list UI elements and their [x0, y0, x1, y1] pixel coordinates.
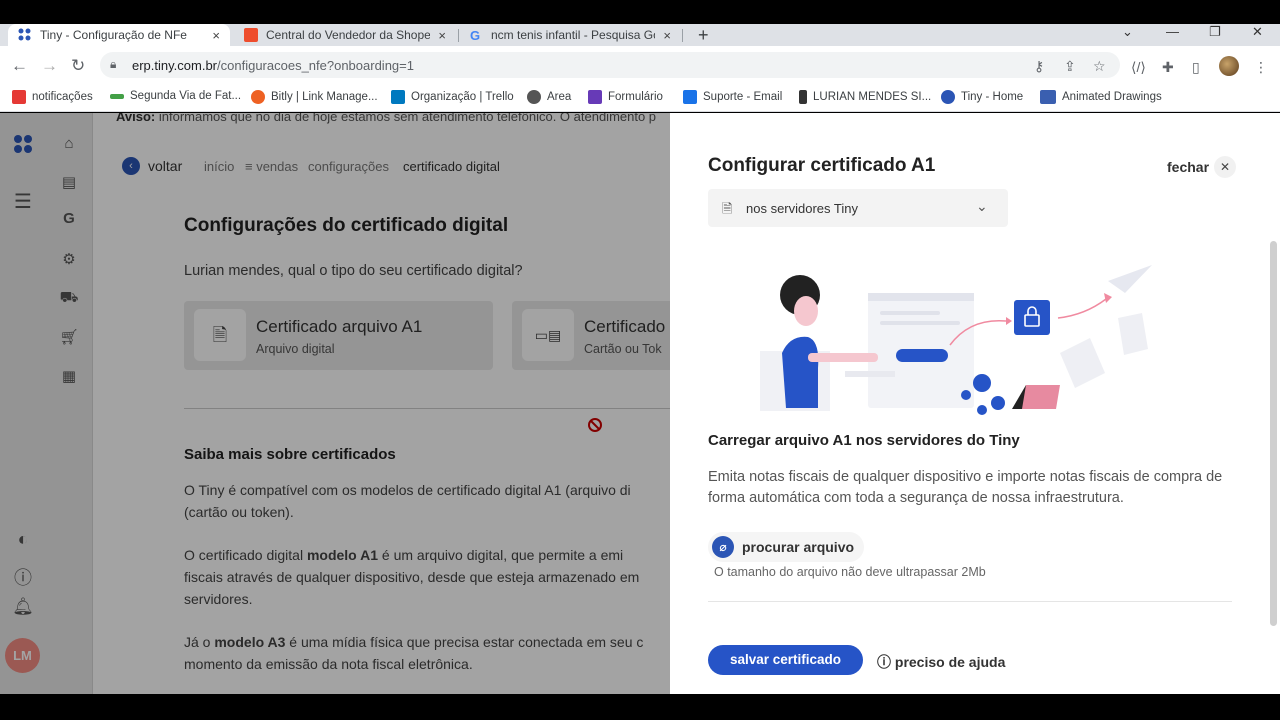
- url-field[interactable]: 🔒︎ erp.tiny.com.br/configuracoes_nfe?onb…: [100, 52, 1120, 78]
- tab-title: Tiny - Configuração de NFe: [40, 28, 187, 42]
- close-tab-icon[interactable]: ×: [663, 28, 671, 43]
- chevron-down-icon: ⌄: [976, 198, 988, 214]
- forward-arrow-icon[interactable]: →: [41, 56, 58, 76]
- browse-file-label: procurar arquivo: [742, 539, 855, 555]
- bookmark-item[interactable]: Bitly | Link Manage...: [251, 90, 378, 104]
- tiny-icon: [18, 28, 32, 42]
- help-link[interactable]: ⓘ preciso de ajuda: [877, 652, 1005, 672]
- panel-subtitle: Carregar arquivo A1 nos servidores do Ti…: [708, 432, 1020, 449]
- config-panel: Configurar certificado A1 fechar ✕ 🗎︎ no…: [670, 113, 1280, 694]
- back-arrow-icon[interactable]: ←: [11, 56, 28, 76]
- tab-google[interactable]: G ncm tenis infantil - Pesquisa Goo ×: [459, 24, 681, 46]
- menu-dots-icon[interactable]: ⋮: [1254, 59, 1268, 76]
- shopee-icon: [244, 28, 258, 42]
- file-icon: 🗎︎: [722, 201, 733, 216]
- bell-icon: [12, 90, 26, 104]
- close-button[interactable]: fechar: [1167, 159, 1209, 175]
- svg-text:G: G: [470, 28, 480, 42]
- panel-title: Configurar certificado A1: [708, 155, 936, 176]
- bookmark-item[interactable]: Suporte - Email: [683, 90, 782, 104]
- arrow-bookmark-icon: [799, 90, 807, 104]
- bookmark-item[interactable]: Organização | Trello: [391, 90, 514, 104]
- animated-drawings-icon: [1040, 90, 1056, 104]
- new-tab-button[interactable]: +: [688, 24, 719, 46]
- paperclip-icon: ⌀: [712, 536, 734, 558]
- profile-avatar[interactable]: [1219, 56, 1239, 76]
- mail-icon: [683, 90, 697, 104]
- trello-icon: [391, 90, 405, 104]
- panel-scrollbar[interactable]: [1270, 241, 1277, 626]
- lock-icon: 🔒︎: [110, 57, 117, 71]
- close-tab-icon[interactable]: ×: [212, 28, 220, 43]
- bookmarks-bar: notificações Segunda Via de Fat... Bitly…: [0, 84, 1280, 112]
- select-value: nos servidores Tiny: [746, 201, 858, 216]
- tiny-icon: [941, 90, 955, 104]
- bookmark-item[interactable]: LURIAN MENDES SI...: [799, 90, 931, 104]
- bitly-icon: [251, 90, 265, 104]
- panel-divider: [708, 601, 1232, 602]
- help-label: preciso de ajuda: [894, 654, 1006, 670]
- tab-tiny[interactable]: Tiny - Configuração de NFe ×: [8, 24, 230, 46]
- tab-search-icon[interactable]: ⌄: [1122, 24, 1133, 40]
- url-text: erp.tiny.com.br/configuracoes_nfe?onboar…: [132, 58, 414, 73]
- invoice-icon: [110, 93, 124, 99]
- file-size-hint: O tamanho do arquivo não deve ultrapassa…: [714, 565, 986, 579]
- google-icon: G: [469, 28, 483, 43]
- question-circle-icon: ⓘ: [877, 654, 891, 670]
- reload-icon[interactable]: ↻: [71, 56, 85, 76]
- bookmark-star-icon[interactable]: ☆: [1093, 58, 1106, 75]
- tab-bar: Tiny - Configuração de NFe × Central do …: [0, 24, 1280, 46]
- globe-icon: [527, 90, 541, 104]
- app-area: ☰ ◐ ⓘ 🔔︎ LM ⌂ ▤ G ⚙ ⛟ 🛒︎ ▦ Aviso: inform…: [0, 113, 1280, 694]
- tab-title: Central do Vendedor da Shopee: [266, 28, 431, 42]
- bookmark-item[interactable]: Area: [527, 90, 571, 104]
- key-icon[interactable]: ⚷: [1034, 58, 1044, 75]
- address-bar: ← → ↻ 🔒︎ erp.tiny.com.br/configuracoes_n…: [0, 46, 1280, 84]
- restore-icon[interactable]: ❐: [1209, 24, 1221, 40]
- bookmark-item[interactable]: notificações: [12, 90, 93, 104]
- bookmark-item[interactable]: Animated Drawings: [1040, 90, 1162, 104]
- bookmark-item[interactable]: Formulário: [588, 90, 663, 104]
- modal-backdrop[interactable]: [0, 113, 670, 694]
- bookmark-item[interactable]: Tiny - Home: [941, 90, 1023, 104]
- extensions-puzzle-icon[interactable]: ✚: [1162, 59, 1174, 76]
- minimize-icon[interactable]: —: [1166, 24, 1179, 39]
- screen: Tiny - Configuração de NFe × Central do …: [0, 0, 1280, 720]
- tab-title: ncm tenis infantil - Pesquisa Goo: [491, 28, 656, 42]
- devtools-extension-icon[interactable]: ⟨/⟩: [1131, 59, 1146, 76]
- share-icon[interactable]: ⇪: [1064, 58, 1076, 75]
- panel-description: Emita notas fiscais de qualquer disposit…: [708, 469, 1223, 506]
- close-icon[interactable]: ✕: [1214, 156, 1236, 178]
- upload-illustration: [760, 265, 1152, 415]
- save-certificate-button[interactable]: salvar certificado: [708, 645, 863, 675]
- forms-icon: [588, 90, 602, 104]
- bookmark-item[interactable]: Segunda Via de Fat...: [110, 90, 241, 102]
- close-window-icon[interactable]: ✕: [1252, 24, 1263, 40]
- close-tab-icon[interactable]: ×: [438, 28, 446, 43]
- tab-separator: [682, 29, 683, 42]
- storage-select[interactable]: 🗎︎ nos servidores Tiny ⌄: [708, 189, 1008, 227]
- tab-shopee[interactable]: Central do Vendedor da Shopee ×: [234, 24, 456, 46]
- side-panel-icon[interactable]: ▯: [1192, 59, 1200, 76]
- browse-file-button[interactable]: ⌀ procurar arquivo: [708, 532, 865, 562]
